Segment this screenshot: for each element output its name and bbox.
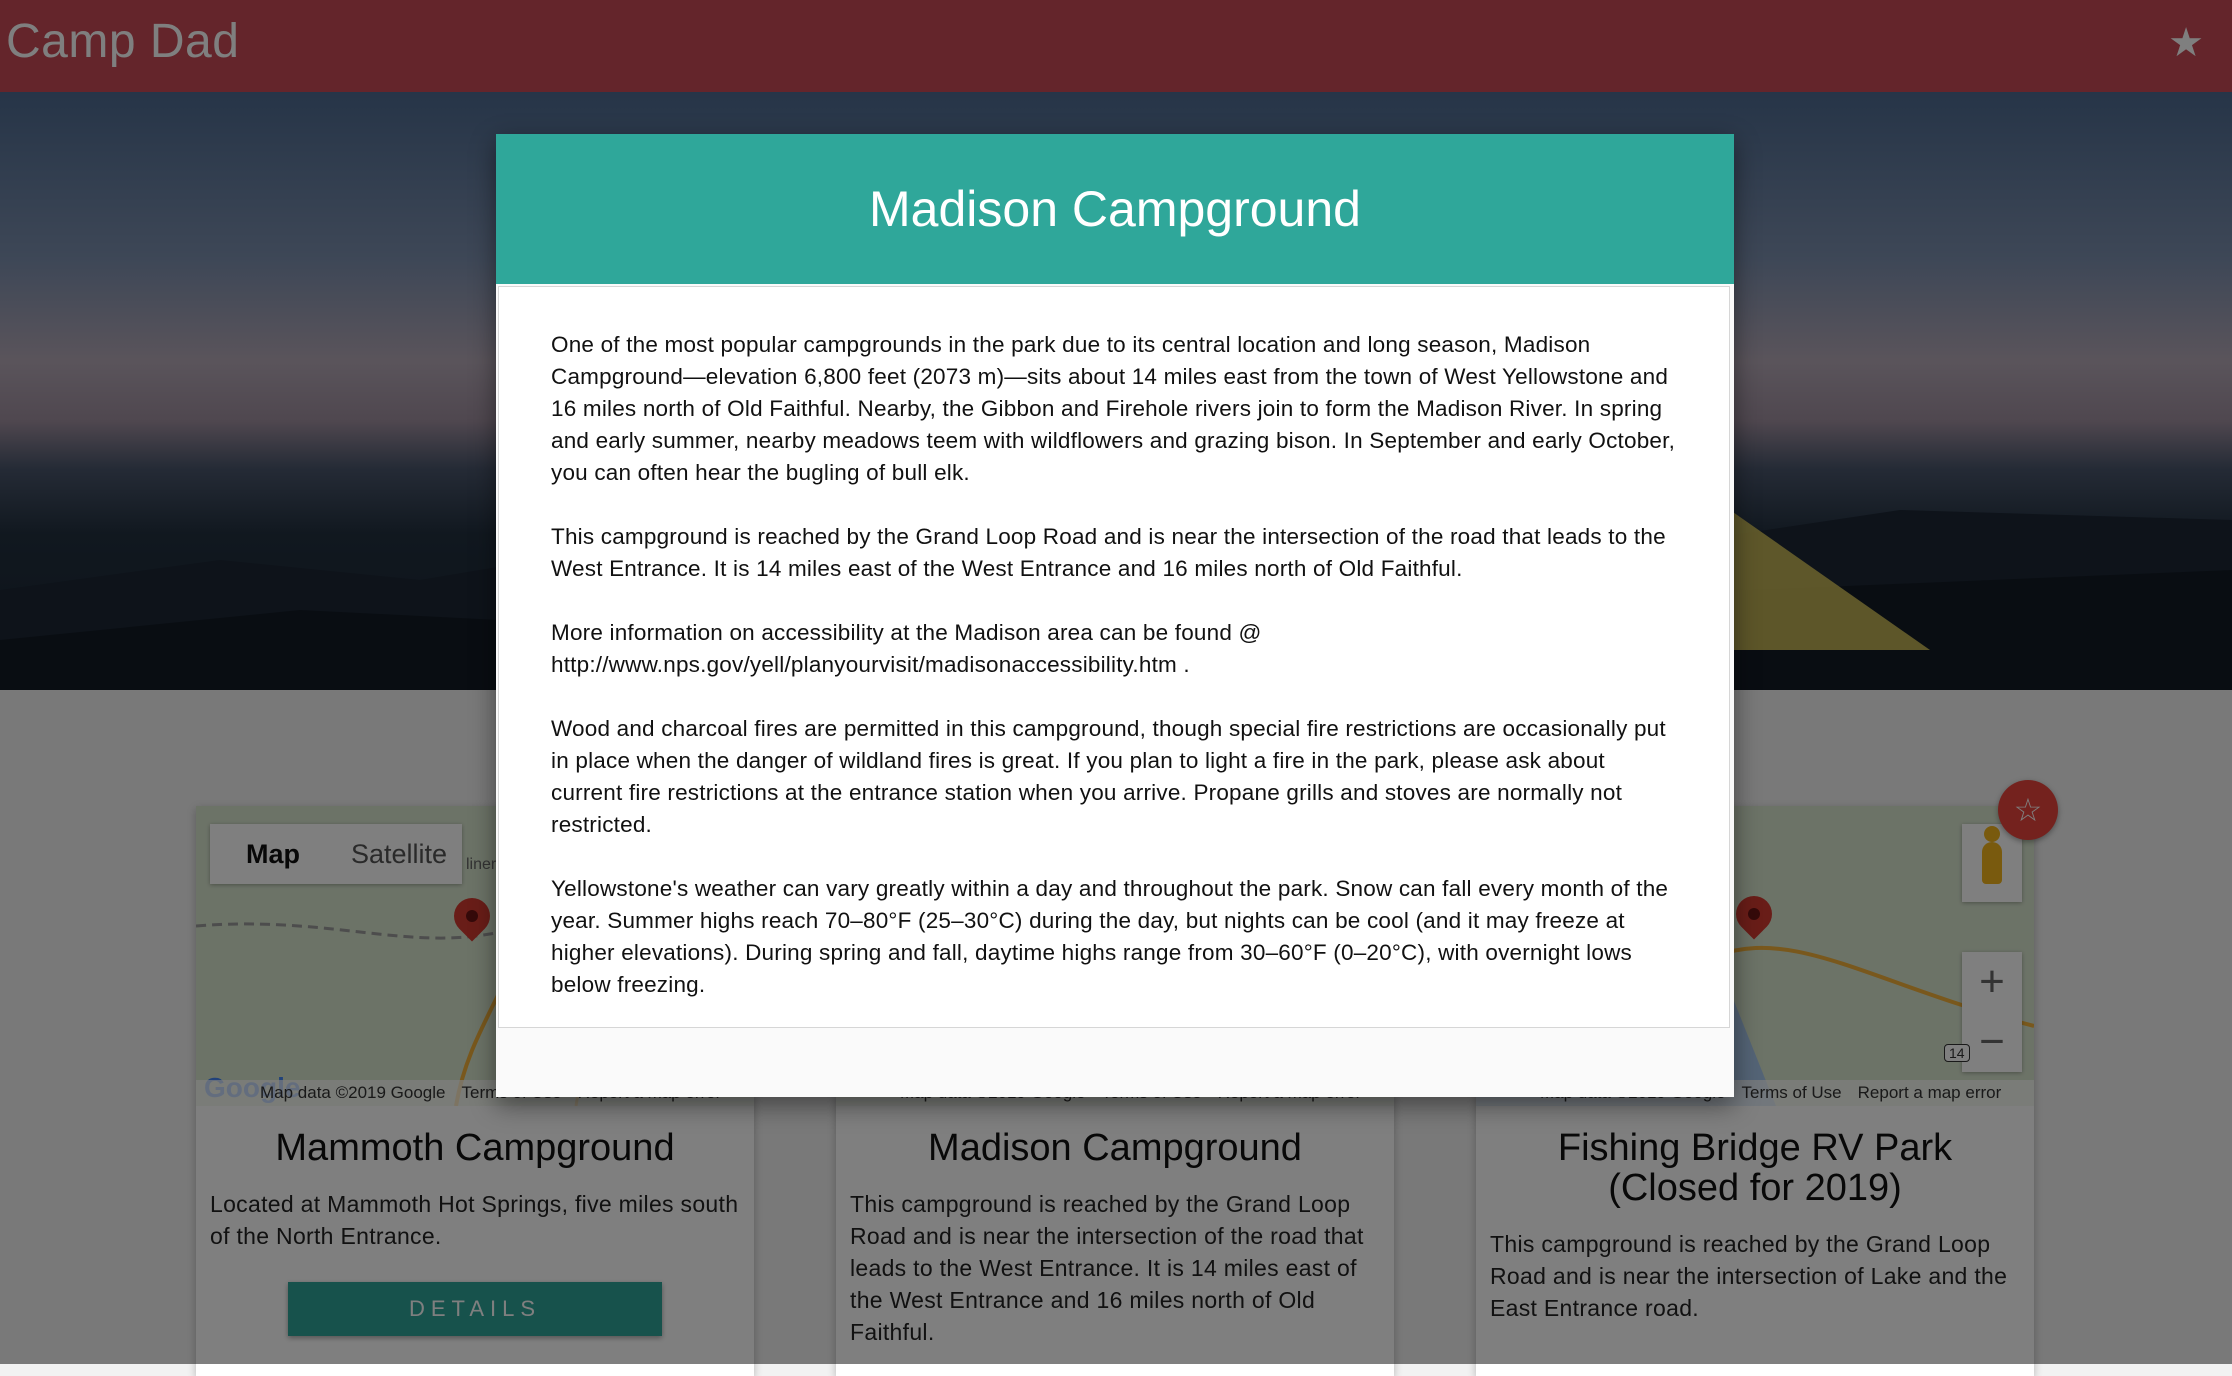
- modal-paragraph: This campground is reached by the Grand …: [551, 524, 1666, 581]
- campground-details-modal: Madison Campground One of the most popul…: [496, 134, 1734, 1097]
- modal-paragraph: More information on accessibility at the…: [551, 620, 1262, 677]
- modal-paragraph: One of the most popular campgrounds in t…: [551, 332, 1676, 485]
- modal-title: Madison Campground: [496, 134, 1734, 284]
- modal-paragraph: Yellowstone's weather can vary greatly w…: [551, 876, 1669, 997]
- modal-content: One of the most popular campgrounds in t…: [498, 286, 1730, 1028]
- modal-paragraph: Wood and charcoal fires are permitted in…: [551, 716, 1666, 837]
